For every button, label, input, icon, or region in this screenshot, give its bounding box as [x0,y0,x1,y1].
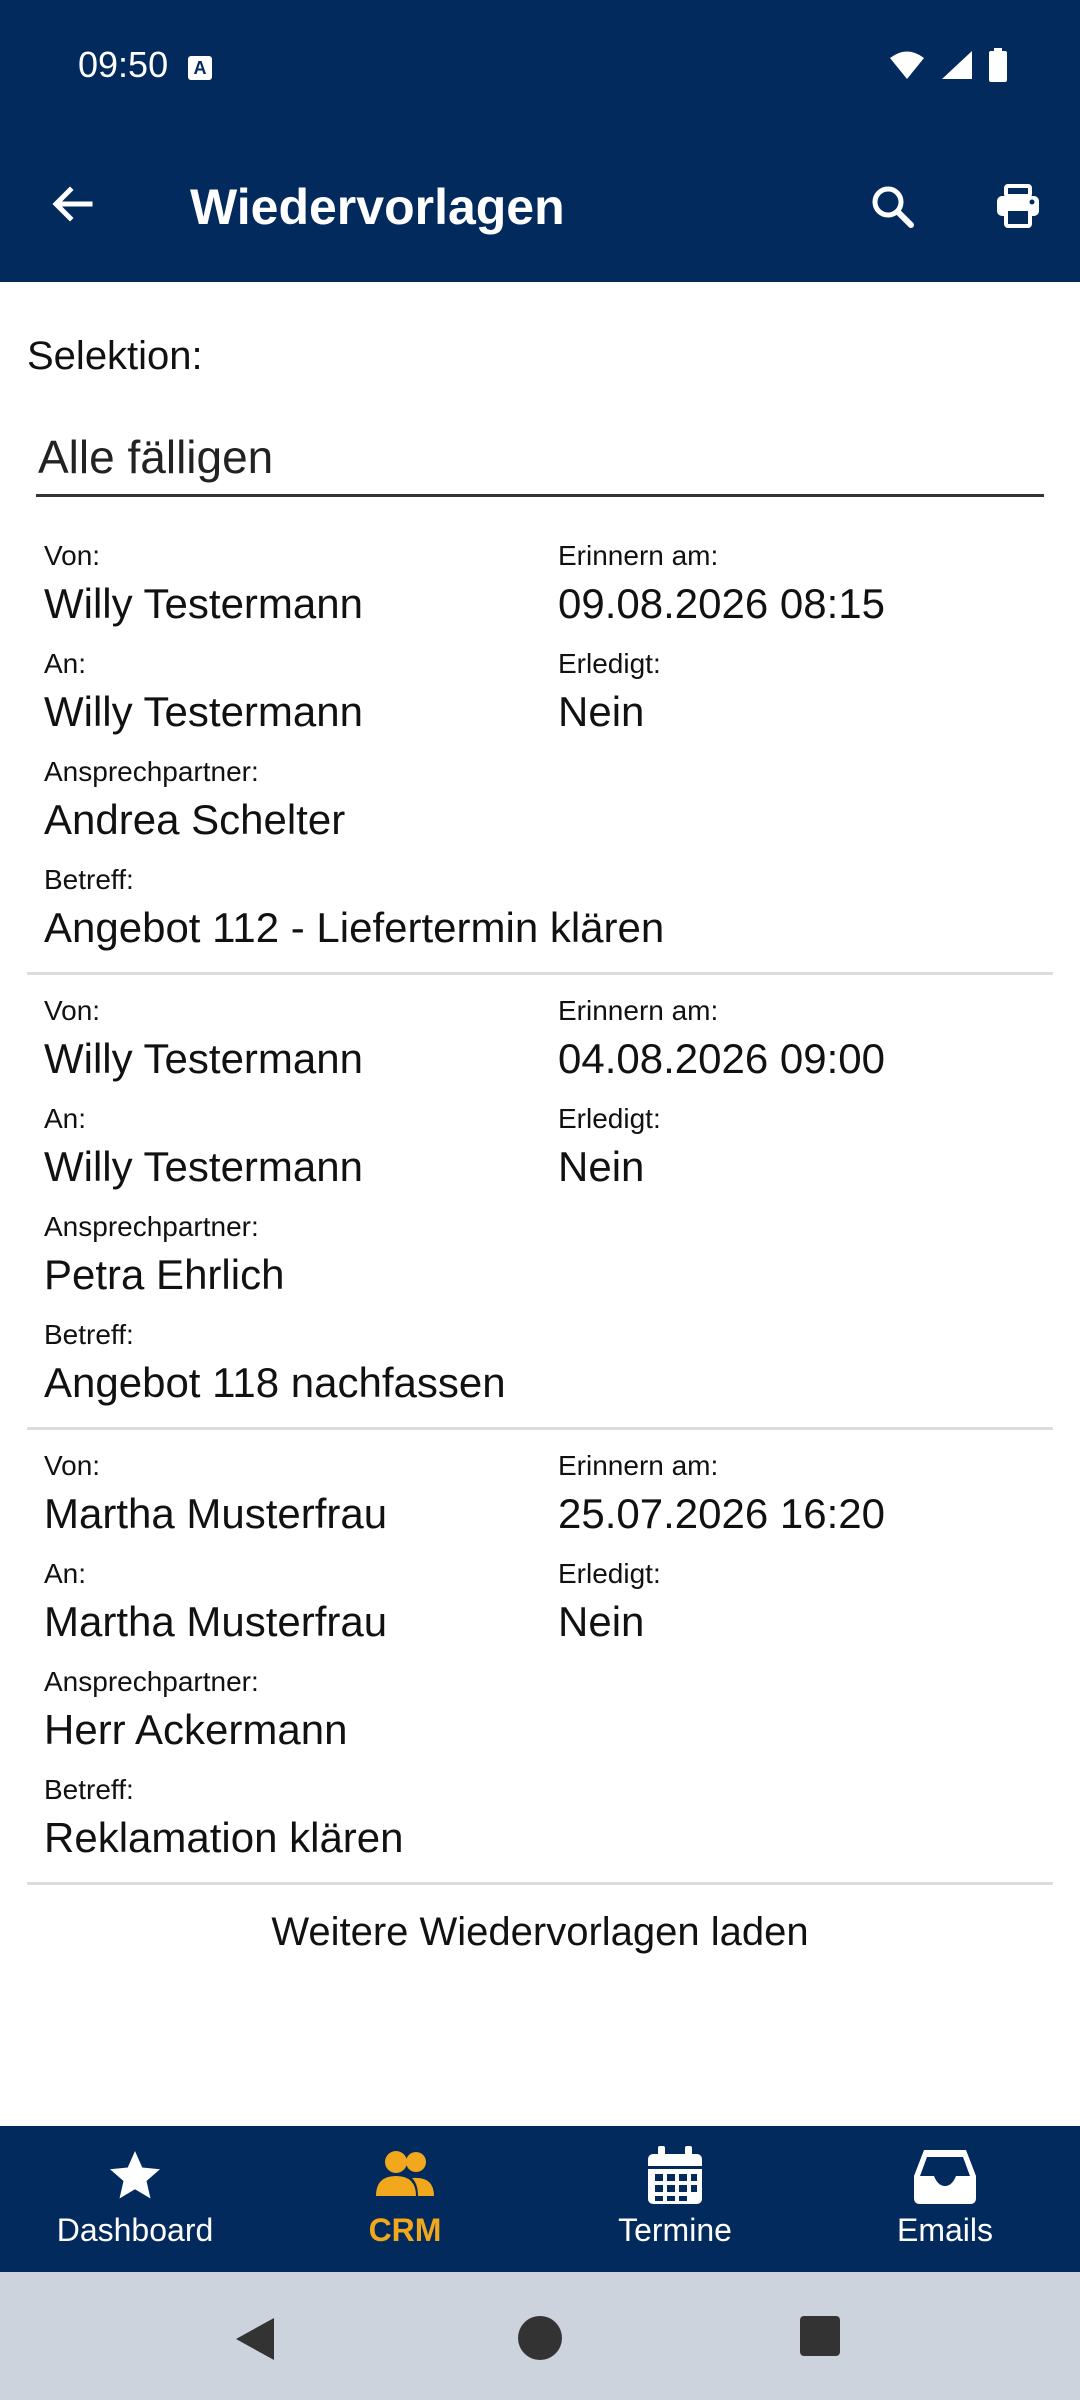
page-title: Wiedervorlagen [190,179,565,235]
reminder-value: 25.07.2026 16:20 [558,1490,885,1537]
done-label: Erledigt: [558,648,661,679]
subject-value: Angebot 112 - Liefertermin klären [44,904,665,951]
notification-icon: A [188,56,212,80]
done-value: Nein [558,1143,645,1190]
contact-value: Andrea Schelter [44,796,346,843]
subject-label: Betreff: [44,864,134,895]
reminder-value: 04.08.2026 09:00 [558,1035,885,1082]
inbox-icon [914,2150,976,2204]
contact-label: Ansprechpartner: [44,756,259,787]
system-back-icon[interactable] [232,2316,278,2362]
reminder-label: Erinnern am: [558,540,719,571]
reminder-value: 09.08.2026 08:15 [558,580,885,627]
star-icon [110,2151,160,2199]
done-label: Erledigt: [558,1103,661,1134]
done-label: Erledigt: [558,1558,661,1589]
system-home-icon[interactable] [518,2316,562,2360]
calendar-icon [648,2146,702,2204]
to-value: Willy Testermann [44,688,363,735]
subject-value: Reklamation klären [44,1814,404,1861]
nav-label-dashboard: Dashboard [56,2212,214,2248]
selection-label: Selektion: [27,334,203,378]
from-label: Von: [44,995,101,1026]
from-label: Von: [44,1450,101,1481]
contact-value: Petra Ehrlich [44,1251,285,1298]
reminder-label: Erinnern am: [558,1450,719,1481]
to-value: Willy Testermann [44,1143,363,1190]
people-icon [376,2151,434,2196]
nav-item-termine[interactable]: Termine [540,2126,810,2272]
contact-label: Ansprechpartner: [44,1666,259,1697]
to-label: An: [44,648,87,679]
status-time: 09:50 [78,44,169,85]
status-icons [888,48,1008,82]
contact-label: Ansprechpartner: [44,1211,259,1242]
subject-label: Betreff: [44,1774,134,1805]
list-item[interactable]: Von: Willy Testermann Erinnern am: 04.08… [27,975,1053,1430]
subject-label: Betreff: [44,1319,134,1350]
to-value: Martha Musterfrau [44,1598,388,1645]
from-value: Willy Testermann [44,1035,363,1082]
search-button[interactable] [860,174,924,238]
printer-icon [997,184,1039,228]
reminder-label: Erinnern am: [558,995,719,1026]
back-button[interactable] [42,174,102,234]
selection-dropdown[interactable]: Alle fälligen [36,420,1044,497]
from-value: Martha Musterfrau [44,1490,388,1537]
system-recents-icon[interactable] [800,2316,840,2356]
app-bar: Wiedervorlagen [0,130,1080,282]
search-icon [872,186,914,228]
system-navigation-bar [0,2272,1080,2400]
arrow-back-icon [52,186,93,222]
nav-label-termine: Termine [618,2212,732,2248]
battery-icon [989,48,1007,82]
to-label: An: [44,1558,87,1589]
signal-icon [942,51,972,79]
done-value: Nein [558,688,645,735]
wifi-icon [890,51,924,79]
list-item[interactable]: Von: Martha Musterfrau Erinnern am: 25.0… [27,1430,1053,1885]
nav-label-crm: CRM [368,2212,442,2248]
nav-item-dashboard[interactable]: Dashboard [0,2126,270,2272]
nav-item-emails[interactable]: Emails [810,2126,1080,2272]
print-button[interactable] [986,174,1050,238]
load-more-button[interactable]: Weitere Wiedervorlagen laden [0,1910,1080,1955]
selection-value: Alle fälligen [38,431,274,483]
contact-value: Herr Ackermann [44,1706,348,1753]
from-value: Willy Testermann [44,580,363,627]
subject-value: Angebot 118 nachfassen [44,1359,506,1406]
bottom-navigation: Dashboard CRM Termine Emails [0,2126,1080,2272]
status-bar: 09:50 A [0,0,1080,130]
nav-label-emails: Emails [896,2212,993,2248]
from-label: Von: [44,540,101,571]
list-item[interactable]: Von: Willy Testermann Erinnern am: 09.08… [27,520,1053,975]
done-value: Nein [558,1598,645,1645]
to-label: An: [44,1103,87,1134]
nav-item-crm[interactable]: CRM [270,2126,540,2272]
